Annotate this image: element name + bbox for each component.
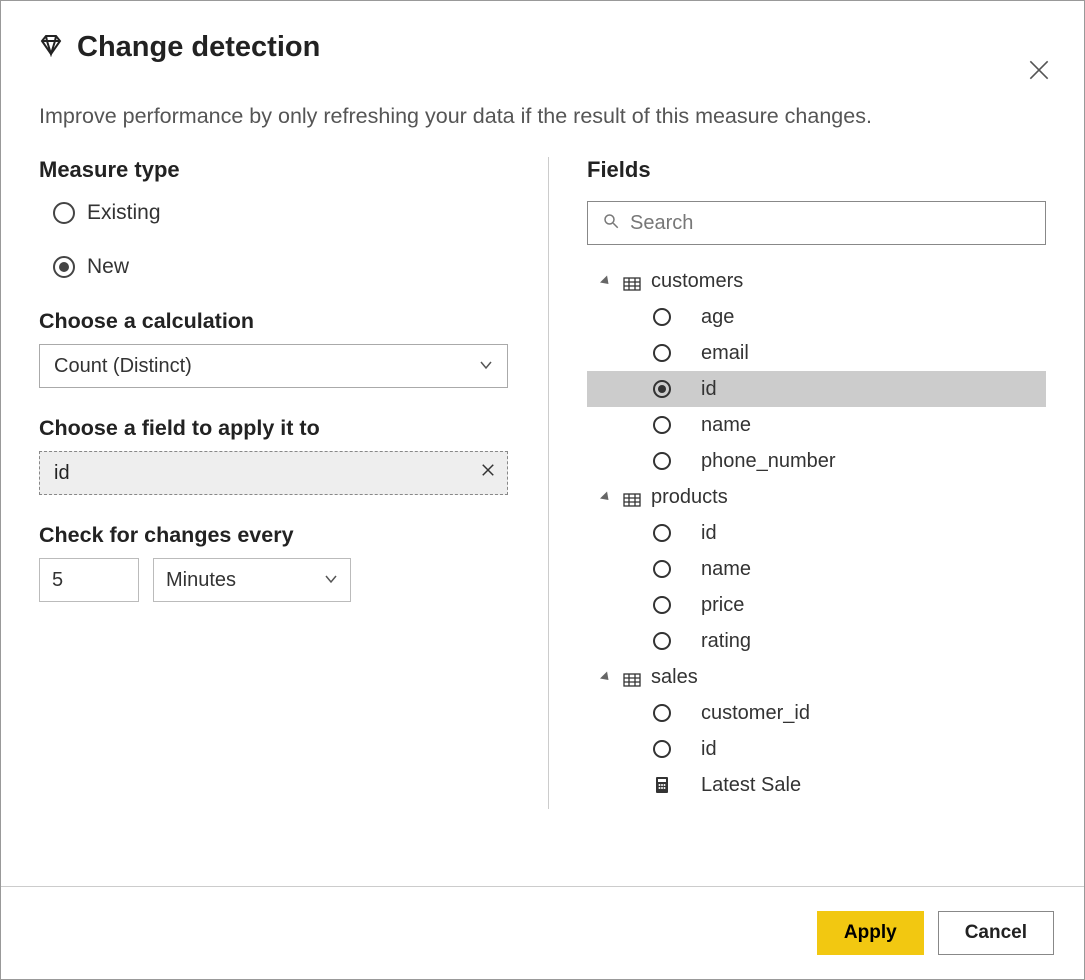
field-row[interactable]: age	[587, 299, 1046, 335]
expand-icon	[600, 491, 612, 503]
table-name: sales	[651, 666, 698, 689]
field-name: customer_id	[701, 702, 810, 725]
interval-unit-value: Minutes	[166, 569, 236, 592]
expand-icon	[600, 275, 612, 287]
field-radio-icon	[653, 416, 671, 434]
field-row[interactable]: price	[587, 587, 1046, 623]
radio-new[interactable]: New	[53, 255, 508, 279]
field-name: id	[701, 378, 717, 401]
fields-search[interactable]	[587, 201, 1046, 245]
radio-icon	[53, 202, 75, 224]
dialog-title: Change detection	[77, 31, 320, 64]
fields-tree[interactable]: customers age email id name phone_numberprodu…	[587, 263, 1066, 809]
measure-icon	[655, 776, 671, 794]
table-row[interactable]: sales	[587, 659, 1046, 695]
search-icon	[602, 212, 620, 235]
field-row[interactable]: Latest Sale	[587, 767, 1046, 803]
table-name: customers	[651, 270, 743, 293]
calculation-value: Count (Distinct)	[54, 355, 192, 378]
radio-existing[interactable]: Existing	[53, 201, 508, 225]
field-radio-icon	[653, 524, 671, 542]
calculation-dropdown[interactable]: Count (Distinct)	[39, 344, 508, 388]
interval-label: Check for changes every	[39, 523, 508, 548]
table-icon	[623, 490, 641, 504]
chevron-down-icon	[479, 355, 493, 378]
field-name: name	[701, 558, 751, 581]
selected-field-value: id	[54, 462, 70, 485]
field-radio-icon	[653, 560, 671, 578]
dialog-subtitle: Improve performance by only refreshing y…	[1, 64, 1084, 129]
field-radio-icon	[653, 344, 671, 362]
search-input[interactable]	[630, 212, 1031, 235]
cancel-button[interactable]: Cancel	[938, 911, 1054, 955]
field-name: email	[701, 342, 749, 365]
field-name: phone_number	[701, 450, 836, 473]
table-name: products	[651, 486, 728, 509]
table-icon	[623, 670, 641, 684]
calculation-label: Choose a calculation	[39, 309, 508, 334]
field-name: Latest Sale	[701, 774, 801, 797]
field-row[interactable]: product_id	[587, 803, 1046, 809]
field-radio-icon	[653, 740, 671, 758]
diamond-icon	[39, 33, 63, 62]
field-radio-icon	[653, 632, 671, 650]
chevron-down-icon	[324, 569, 338, 592]
close-button[interactable]	[1026, 57, 1052, 88]
radio-existing-label: Existing	[87, 201, 161, 225]
field-row[interactable]: id	[587, 731, 1046, 767]
field-radio-icon	[653, 704, 671, 722]
field-row[interactable]: name	[587, 551, 1046, 587]
field-row[interactable]: phone_number	[587, 443, 1046, 479]
field-radio-icon	[653, 380, 671, 398]
field-name: age	[701, 306, 734, 329]
field-row[interactable]: email	[587, 335, 1046, 371]
field-name: name	[701, 414, 751, 437]
interval-value-input[interactable]: 5	[39, 558, 139, 602]
table-row[interactable]: customers	[587, 263, 1046, 299]
fields-label: Fields	[587, 157, 1046, 183]
apply-button[interactable]: Apply	[817, 911, 924, 955]
field-name: price	[701, 594, 744, 617]
radio-new-label: New	[87, 255, 129, 279]
field-row[interactable]: rating	[587, 623, 1046, 659]
clear-field-button[interactable]	[479, 461, 497, 485]
field-name: id	[701, 738, 717, 761]
expand-icon	[600, 671, 612, 683]
field-name: id	[701, 522, 717, 545]
field-radio-icon	[653, 452, 671, 470]
field-radio-icon	[653, 596, 671, 614]
field-name: rating	[701, 630, 751, 653]
field-row[interactable]: name	[587, 407, 1046, 443]
selected-field-box[interactable]: id	[39, 451, 508, 495]
field-row[interactable]: id	[587, 371, 1046, 407]
radio-icon	[53, 256, 75, 278]
field-row[interactable]: id	[587, 515, 1046, 551]
interval-unit-dropdown[interactable]: Minutes	[153, 558, 351, 602]
measure-type-label: Measure type	[39, 157, 508, 183]
table-icon	[623, 274, 641, 288]
field-radio-icon	[653, 308, 671, 326]
table-row[interactable]: products	[587, 479, 1046, 515]
field-row[interactable]: customer_id	[587, 695, 1046, 731]
apply-field-label: Choose a field to apply it to	[39, 416, 508, 441]
